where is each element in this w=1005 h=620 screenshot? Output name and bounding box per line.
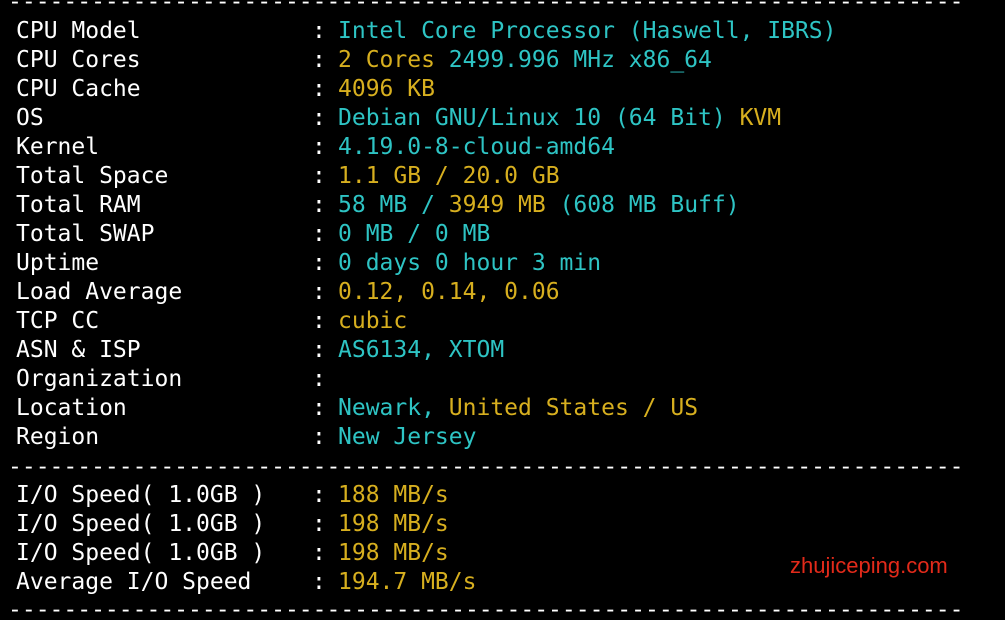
row-colon: : [312,540,326,566]
row-value: 4.19.0-8-cloud-amd64 [338,134,615,160]
row-colon: : [312,18,326,44]
row-value: KVM [739,105,782,131]
row-label: Total SWAP [16,221,155,247]
row-colon: : [312,569,326,595]
row-value: Debian GNU/Linux 10 (64 Bit) [338,105,740,131]
row-colon: : [312,482,326,508]
row-value: AS6134, XTOM [338,337,505,363]
row-value: 0.12, 0.14, 0.06 [338,279,560,305]
row-value: US [670,395,699,421]
row-label: Uptime [16,250,100,276]
row-colon: : [312,105,326,131]
row-colon: : [312,395,326,421]
row-label: CPU Model [16,18,141,44]
row-colon: : [312,424,326,450]
row-label: Kernel [16,134,100,160]
row-colon: : [312,221,326,247]
row-label: I/O Speed( 1.0GB ) [16,511,266,537]
row-label: I/O Speed( 1.0GB ) [16,540,266,566]
row-label: Load Average [16,279,183,305]
row-value: 0 MB / 0 MB [338,221,491,247]
row-label: Region [16,424,100,450]
row-value: United States / [448,395,671,421]
separator-middle: ----------------------------------------… [8,460,964,474]
row-label: TCP CC [16,308,100,334]
io-row: Average I/O Speed:194.7 MB/s [16,568,476,597]
row-value: 2499.996 MHz x86_64 [448,47,712,73]
row-colon: : [312,308,326,334]
row-value: 20.0 GB [462,163,560,189]
row-value: 3949 MB [448,192,546,218]
row-colon: : [312,337,326,363]
separator-bottom: ----------------------------------------… [8,603,964,617]
row-value: 188 MB/s [338,482,449,508]
row-label: Location [16,395,127,421]
info-row: Uptime:0 days 0 hour 3 min [16,249,601,278]
info-row: Organization: [16,365,338,394]
row-value: 0 days 0 hour 3 min [338,250,602,276]
row-value: 198 MB/s [338,511,449,537]
row-colon: : [312,366,326,392]
info-row: Total SWAP:0 MB / 0 MB [16,220,490,249]
watermark-text: zhujiceping.com [790,553,948,578]
row-colon: : [312,279,326,305]
row-value: 58 MB / [338,192,449,218]
row-value: (608 MB Buff) [545,192,740,218]
row-value: 2 Cores [338,47,449,73]
row-colon: : [312,250,326,276]
row-label: I/O Speed( 1.0GB ) [16,482,266,508]
info-row: OS: Debian GNU/Linux 10 (64 Bit) KVM [16,104,781,133]
row-colon: : [312,134,326,160]
row-label: Total Space [16,163,169,189]
io-row: I/O Speed( 1.0GB ):198 MB/s [16,510,449,539]
row-label: Organization [16,366,183,392]
separator-top: ----------------------------------------… [8,0,986,9]
info-row: Load Average:0.12, 0.14, 0.06 [16,278,560,307]
info-row: Total Space:1.1 GB / 20.0 GB [16,162,560,191]
row-value: New Jersey [338,424,477,450]
info-row: Kernel:4.19.0-8-cloud-amd64 [16,133,615,162]
row-label: ASN & ISP [16,337,141,363]
row-value: Intel Core Processor (Haswell, IBRS) [338,18,837,44]
row-colon: : [312,511,326,537]
terminal-window: ----------------------------------------… [0,0,1005,620]
row-label: OS [16,105,44,131]
info-row: CPU Cores:2 Cores 2499.996 MHz x86_64 [16,46,712,75]
info-row: Total RAM:58 MB / 3949 MB (608 MB Buff) [16,191,740,220]
row-value: 1.1 GB / [338,163,463,189]
row-value: 194.7 MB/s [338,569,477,595]
row-label: Average I/O Speed [16,569,252,595]
row-label: CPU Cache [16,76,141,102]
info-row: Location: Newark, United States / US [16,394,698,423]
row-label: CPU Cores [16,47,141,73]
row-label: Total RAM [16,192,141,218]
io-row: I/O Speed( 1.0GB ):188 MB/s [16,481,449,510]
io-row: I/O Speed( 1.0GB ):198 MB/s [16,539,449,568]
info-row: TCP CC: cubic [16,307,407,336]
info-row: Region: New Jersey [16,423,476,452]
row-value: 198 MB/s [338,540,449,566]
row-colon: : [312,163,326,189]
info-row: CPU Cache:4096 KB [16,75,435,104]
row-value: Newark, [338,395,449,421]
info-row: CPU Model: Intel Core Processor (Haswell,… [16,17,837,46]
info-row: ASN & ISP: AS6134, XTOM [16,336,504,365]
row-value: 4096 KB [338,76,435,102]
row-value: cubic [338,308,408,334]
row-colon: : [312,192,326,218]
row-colon: : [312,76,326,102]
row-colon: : [312,47,326,73]
